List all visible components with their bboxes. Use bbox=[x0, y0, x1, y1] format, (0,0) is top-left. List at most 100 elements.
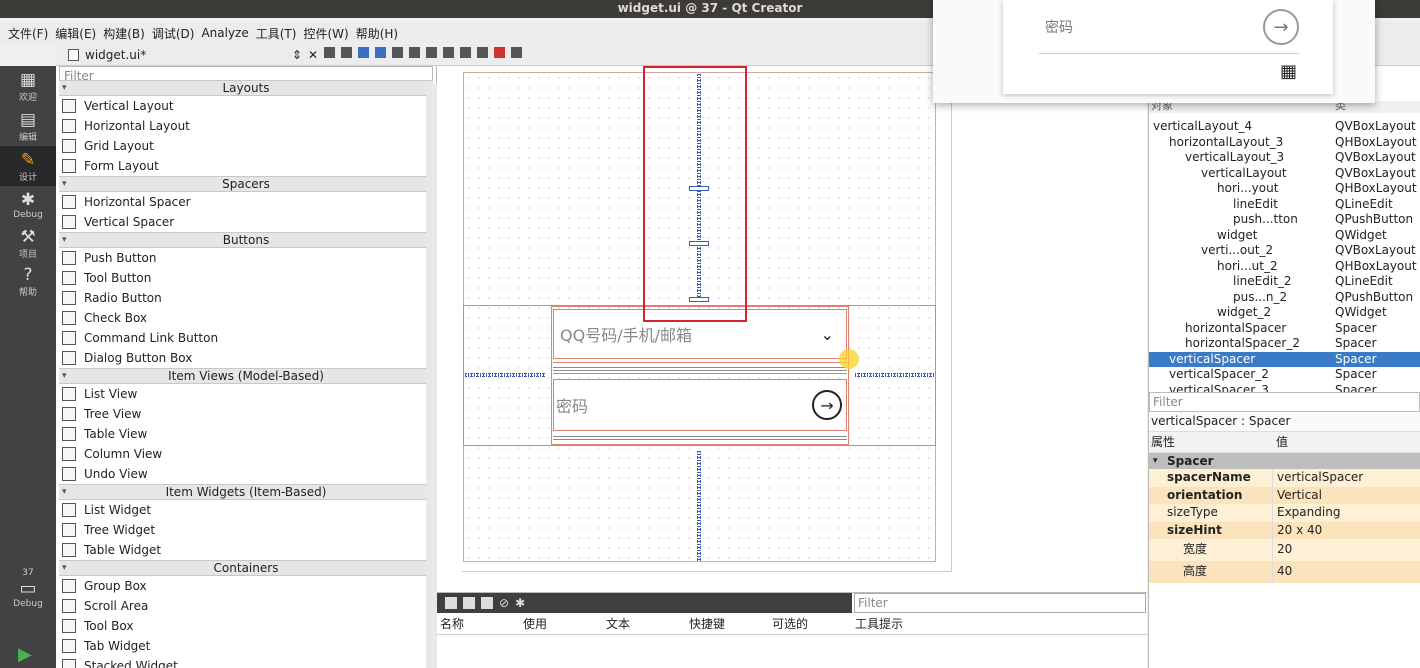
mode-design[interactable]: ✎ 设计 bbox=[0, 146, 56, 186]
menu-debug[interactable]: 调试(D) bbox=[152, 25, 195, 42]
horizontal-spacer[interactable] bbox=[465, 373, 545, 377]
widget-item[interactable]: Vertical Spacer bbox=[56, 212, 436, 232]
widget-item[interactable]: Grid Layout bbox=[56, 136, 436, 156]
edit-buddies-icon[interactable] bbox=[358, 47, 369, 58]
widget-item[interactable]: Table Widget bbox=[56, 540, 436, 560]
menu-widgets[interactable]: 控件(W) bbox=[303, 25, 348, 42]
vertical-spacer-2[interactable] bbox=[697, 451, 701, 561]
object-tree-row[interactable]: hori...yout QHBoxLayout bbox=[1149, 181, 1420, 197]
layout-horizontal-icon[interactable] bbox=[392, 47, 403, 58]
object-tree-row[interactable]: horizontalSpacer Spacer bbox=[1149, 321, 1420, 337]
object-tree-row[interactable]: push...tton QPushButton bbox=[1149, 212, 1420, 228]
column-header[interactable]: 属性 bbox=[1149, 432, 1272, 452]
widget-item[interactable]: Undo View bbox=[56, 464, 436, 484]
widget-item[interactable]: Table View bbox=[56, 424, 436, 444]
new-action-icon[interactable] bbox=[445, 597, 457, 609]
widget-category[interactable]: Item Widgets (Item-Based) bbox=[59, 484, 433, 500]
kit-selector[interactable]: 37 ▭ Debug bbox=[0, 568, 56, 609]
column-header[interactable]: 文本 bbox=[606, 615, 689, 632]
menu-analyze[interactable]: Analyze bbox=[201, 26, 248, 40]
property-row[interactable]: sizeHint 20 x 40 bbox=[1149, 521, 1420, 539]
object-tree-row[interactable]: horizontalLayout_3 QHBoxLayout bbox=[1149, 135, 1420, 151]
widget-item[interactable]: Vertical Layout bbox=[56, 96, 436, 116]
object-tree-row[interactable]: hori...ut_2 QHBoxLayout bbox=[1149, 259, 1420, 275]
widget-item[interactable]: Command Link Button bbox=[56, 328, 436, 348]
property-value[interactable]: Vertical bbox=[1272, 486, 1420, 504]
object-tree-row[interactable]: verticalSpacer Spacer bbox=[1149, 351, 1420, 367]
open-file-selector[interactable]: widget.ui* ⇕ ✕ bbox=[60, 45, 318, 65]
object-tree-row[interactable]: lineEdit QLineEdit bbox=[1149, 197, 1420, 213]
chevron-down-icon[interactable]: ▾ bbox=[1153, 453, 1158, 469]
copy-icon[interactable] bbox=[463, 597, 475, 609]
property-value[interactable]: 20 x 40 bbox=[1272, 521, 1420, 539]
widget-category[interactable]: Item Views (Model-Based) bbox=[59, 368, 433, 384]
object-tree-row[interactable]: widget QWidget bbox=[1149, 228, 1420, 244]
property-row[interactable]: 高度 40 bbox=[1149, 561, 1420, 583]
property-value[interactable]: 40 bbox=[1272, 561, 1420, 583]
password-input[interactable]: 密码 → bbox=[553, 379, 847, 431]
widget-item[interactable]: Radio Button bbox=[56, 288, 436, 308]
property-row[interactable]: orientation Vertical bbox=[1149, 486, 1420, 504]
widget-item[interactable]: Tool Button bbox=[56, 268, 436, 288]
object-tree-row[interactable]: verticalLayout QVBoxLayout bbox=[1149, 166, 1420, 182]
edit-widgets-icon[interactable] bbox=[324, 47, 335, 58]
menu-tools[interactable]: 工具(T) bbox=[256, 25, 297, 42]
widget-item[interactable]: Group Box bbox=[56, 576, 436, 596]
object-tree-row[interactable]: verticalLayout_3 QVBoxLayout bbox=[1149, 150, 1420, 166]
widget-item[interactable]: Check Box bbox=[56, 308, 436, 328]
mode-welcome[interactable]: ▦ 欢迎 bbox=[0, 66, 56, 106]
delete-icon[interactable]: ⊘ bbox=[499, 596, 509, 610]
widget-category[interactable]: Layouts bbox=[59, 80, 433, 96]
action-filter-input[interactable]: Filter bbox=[854, 593, 1146, 613]
chevron-down-icon[interactable]: ⌄ bbox=[821, 325, 834, 344]
object-tree-row[interactable]: horizontalSpacer_2 Spacer bbox=[1149, 336, 1420, 352]
qrcode-icon[interactable]: ▦ bbox=[1280, 61, 1297, 82]
property-group[interactable]: ▾ Spacer bbox=[1149, 453, 1420, 469]
layout-vertical-icon[interactable] bbox=[409, 47, 420, 58]
arrow-right-circle-icon[interactable]: → bbox=[1263, 9, 1299, 45]
property-row[interactable]: spacerName verticalSpacer bbox=[1149, 469, 1420, 487]
mode-projects[interactable]: ⚒ 项目 bbox=[0, 224, 56, 262]
menu-help[interactable]: 帮助(H) bbox=[356, 25, 398, 42]
paste-icon[interactable] bbox=[481, 597, 493, 609]
mode-debug[interactable]: ✱ Debug bbox=[0, 186, 56, 224]
widget-item[interactable]: Column View bbox=[56, 444, 436, 464]
column-header[interactable]: 使用 bbox=[523, 615, 606, 632]
column-header[interactable]: 值 bbox=[1272, 432, 1288, 452]
layout-hsplitter-icon[interactable] bbox=[426, 47, 437, 58]
widget-category[interactable]: Buttons bbox=[59, 232, 433, 248]
property-value[interactable]: 20 bbox=[1272, 539, 1420, 561]
object-tree-row[interactable]: verticalLayout_4 QVBoxLayout bbox=[1149, 119, 1420, 135]
object-tree-row[interactable]: verticalSpacer_2 Spacer bbox=[1149, 367, 1420, 383]
run-icon[interactable]: ▶ bbox=[18, 644, 32, 665]
break-layout-icon[interactable] bbox=[494, 47, 505, 58]
property-value[interactable]: Expanding bbox=[1272, 504, 1420, 522]
widget-item[interactable]: List View bbox=[56, 384, 436, 404]
column-header[interactable]: 名称 bbox=[440, 615, 523, 632]
layout-vsplitter-icon[interactable] bbox=[443, 47, 454, 58]
object-tree-row[interactable]: widget_2 QWidget bbox=[1149, 305, 1420, 321]
widget-item[interactable]: Dialog Button Box bbox=[56, 348, 436, 368]
edit-signals-icon[interactable] bbox=[341, 47, 352, 58]
layout-grid-icon[interactable] bbox=[460, 47, 471, 58]
widget-item[interactable]: Form Layout bbox=[56, 156, 436, 176]
arrow-right-circle-icon[interactable]: → bbox=[812, 390, 842, 420]
edit-tab-order-icon[interactable] bbox=[375, 47, 386, 58]
property-row[interactable]: 宽度 20 bbox=[1149, 539, 1420, 561]
widget-category[interactable]: Spacers bbox=[59, 176, 433, 192]
column-header[interactable]: 快捷键 bbox=[689, 615, 772, 632]
object-tree-row[interactable]: lineEdit_2 QLineEdit bbox=[1149, 274, 1420, 290]
layout-form-icon[interactable] bbox=[477, 47, 488, 58]
mode-edit[interactable]: ▤ 编辑 bbox=[0, 106, 56, 146]
widget-box-scrollbar[interactable] bbox=[426, 84, 437, 668]
property-value[interactable]: verticalSpacer bbox=[1272, 469, 1420, 487]
widget-item[interactable]: Push Button bbox=[56, 248, 436, 268]
object-tree-row[interactable]: pus...n_2 QPushButton bbox=[1149, 290, 1420, 306]
property-row[interactable]: sizeType Expanding bbox=[1149, 504, 1420, 522]
widget-item[interactable]: Stacked Widget bbox=[56, 656, 436, 668]
property-filter-input[interactable]: Filter bbox=[1149, 392, 1420, 412]
column-header[interactable]: 工具提示 bbox=[855, 615, 938, 632]
widget-item[interactable]: Scroll Area bbox=[56, 596, 436, 616]
widget-item[interactable]: Tree Widget bbox=[56, 520, 436, 540]
menu-file[interactable]: 文件(F) bbox=[8, 25, 48, 42]
